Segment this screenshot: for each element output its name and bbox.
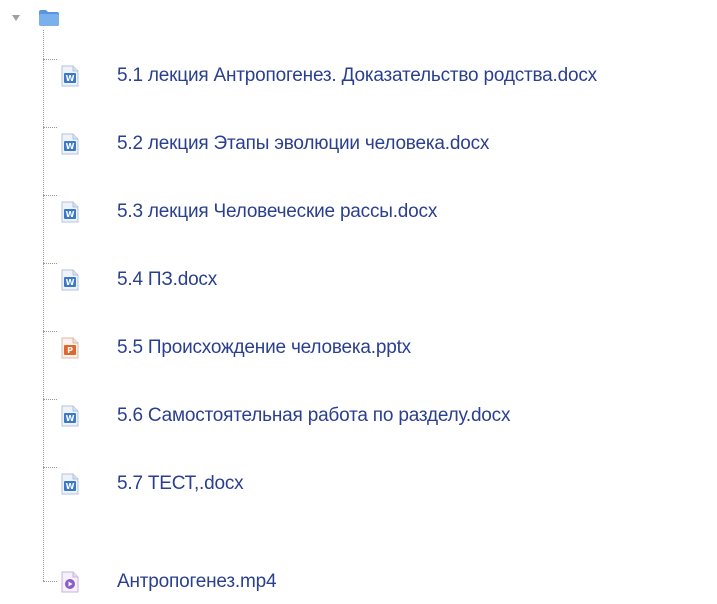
- tree-branch-line: [43, 331, 57, 332]
- svg-text:W: W: [66, 414, 75, 423]
- file-link[interactable]: 5.3 лекция Человеческие рассы.docx: [117, 197, 437, 227]
- list-item[interactable]: W 5.7 ТЕСТ,.docx: [43, 467, 713, 499]
- word-document-icon: W: [60, 269, 80, 291]
- list-item[interactable]: Антропогенез.mp4: [43, 567, 713, 597]
- tree-branch-line: [43, 467, 57, 468]
- file-link[interactable]: 5.6 Самостоятельная работа по разделу.do…: [117, 401, 510, 431]
- tree-branch-line: [43, 263, 57, 264]
- svg-text:W: W: [66, 74, 75, 83]
- file-link[interactable]: Антропогенез.mp4: [117, 567, 277, 597]
- file-link[interactable]: 5.4 ПЗ.docx: [117, 265, 217, 295]
- word-document-icon: W: [60, 65, 80, 87]
- svg-text:P: P: [67, 346, 73, 355]
- svg-text:W: W: [66, 278, 75, 287]
- list-item[interactable]: W 5.1 лекция Антропогенез. Доказательств…: [43, 59, 713, 91]
- powerpoint-document-icon: P: [60, 337, 80, 359]
- tree-branch-line: [43, 59, 57, 60]
- svg-text:W: W: [66, 482, 75, 491]
- tree-branch-line: [43, 195, 57, 196]
- list-item[interactable]: W 5.6 Самостоятельная работа по разделу.…: [43, 399, 713, 431]
- word-document-icon: W: [60, 473, 80, 495]
- file-link[interactable]: 5.1 лекция Антропогенез. Доказательство …: [117, 61, 597, 91]
- list-item[interactable]: W 5.3 лекция Человеческие рассы.docx: [43, 195, 713, 227]
- word-document-icon: W: [60, 133, 80, 155]
- tree-branch-line: [43, 399, 57, 400]
- folder-icon[interactable]: [38, 9, 60, 27]
- svg-text:W: W: [66, 210, 75, 219]
- word-document-icon: W: [60, 201, 80, 223]
- file-tree: W 5.1 лекция Антропогенез. Доказательств…: [0, 0, 717, 604]
- file-link[interactable]: 5.5 Происхождение человека.pptx: [117, 333, 411, 363]
- triangle-down-icon[interactable]: [10, 12, 22, 24]
- tree-branch-line: [43, 581, 57, 582]
- file-link[interactable]: 5.2 лекция Этапы эволюции человека.docx: [117, 129, 489, 159]
- list-item[interactable]: W 5.4 ПЗ.docx: [43, 263, 713, 295]
- word-document-icon: W: [60, 405, 80, 427]
- file-link[interactable]: 5.7 ТЕСТ,.docx: [117, 469, 244, 499]
- video-file-icon: [60, 571, 80, 593]
- tree-root[interactable]: [10, 8, 60, 28]
- tree-branch-line: [43, 127, 57, 128]
- svg-text:W: W: [66, 142, 75, 151]
- list-item[interactable]: P 5.5 Происхождение человека.pptx: [43, 331, 713, 363]
- list-item[interactable]: W 5.2 лекция Этапы эволюции человека.doc…: [43, 127, 713, 159]
